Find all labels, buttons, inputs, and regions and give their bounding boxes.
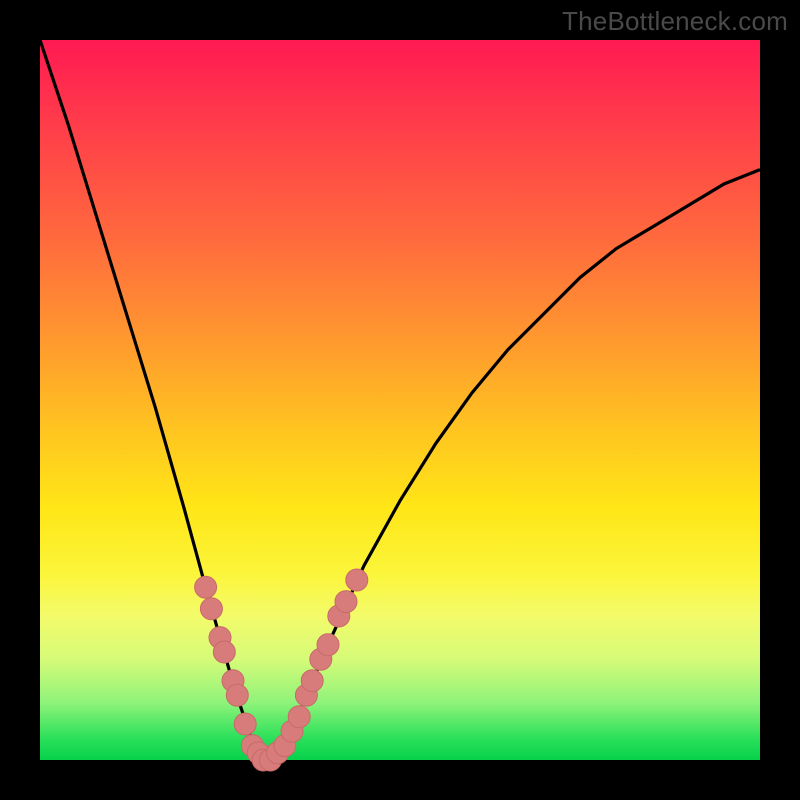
data-marker	[288, 706, 310, 728]
chart-stage: TheBottleneck.com	[0, 0, 800, 800]
data-marker	[226, 684, 248, 706]
data-marker	[195, 576, 217, 598]
data-marker	[301, 670, 323, 692]
data-marker	[317, 634, 339, 656]
watermark-text: TheBottleneck.com	[562, 6, 788, 37]
chart-svg	[40, 40, 760, 760]
data-marker	[335, 591, 357, 613]
bottleneck-curve	[40, 40, 760, 760]
data-marker	[213, 641, 235, 663]
data-marker	[346, 569, 368, 591]
data-marker	[234, 713, 256, 735]
plot-area	[40, 40, 760, 760]
data-markers	[195, 569, 368, 771]
data-marker	[200, 598, 222, 620]
